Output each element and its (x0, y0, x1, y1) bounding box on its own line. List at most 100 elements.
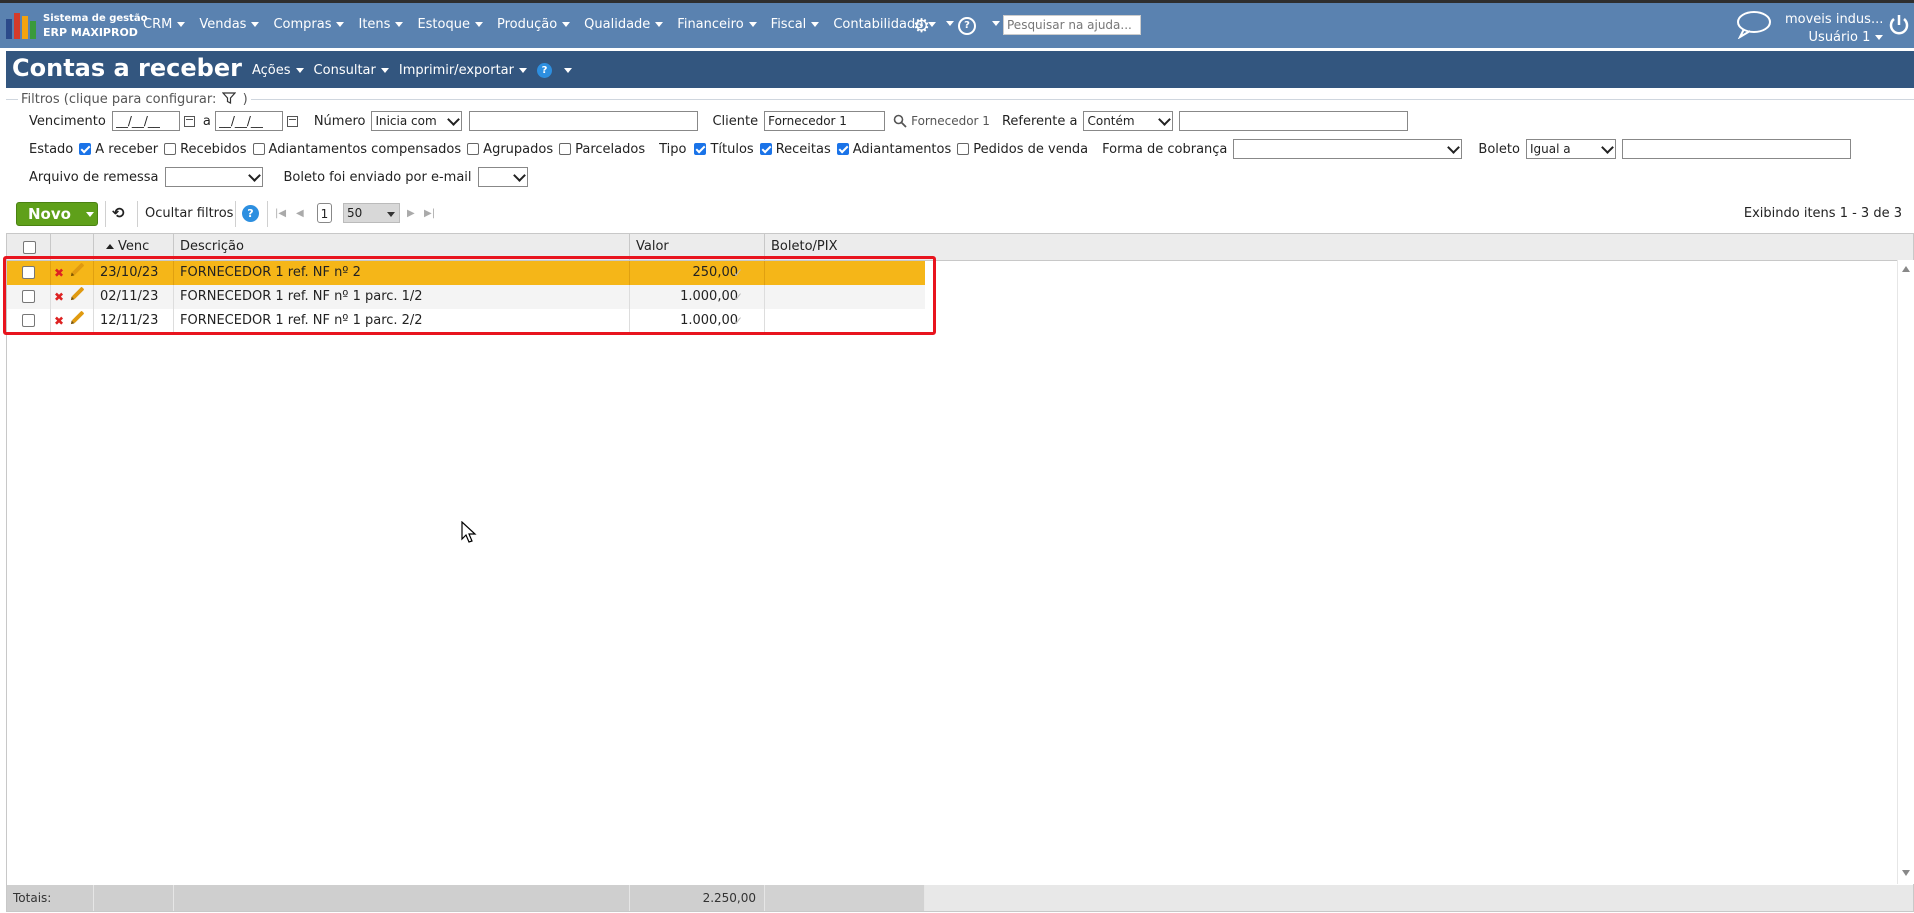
menu-item-label: Contabilidade (833, 17, 924, 32)
help-chevron-down-icon[interactable] (564, 68, 572, 73)
help-chevron-down-icon[interactable] (992, 21, 1000, 26)
referente-mode-value: Contém (1087, 114, 1135, 128)
checkbox[interactable] (164, 143, 177, 155)
next-page-icon[interactable]: ▶ (407, 208, 415, 219)
first-page-icon[interactable]: |◀ (275, 208, 286, 219)
referente-input[interactable] (1179, 111, 1409, 131)
chevron-down-icon (251, 22, 260, 27)
boleto-mode-select[interactable]: Igual a (1525, 139, 1616, 159)
tipo-option-pedidos-de-venda[interactable]: Pedidos de venda (957, 142, 1088, 157)
filter-icon[interactable] (222, 92, 237, 104)
checkbox-checked[interactable] (836, 143, 849, 155)
chevron-down-icon[interactable] (85, 211, 94, 217)
menu-item-crm[interactable]: CRM (143, 17, 186, 32)
erp-logo-icon[interactable] (6, 11, 38, 39)
boleto-email-select[interactable] (477, 167, 528, 187)
estado-option-adiantamentos-compensados[interactable]: Adiantamentos compensados (252, 142, 461, 157)
numero-input[interactable] (469, 111, 699, 131)
tipo-option-titulos[interactable]: Títulos (694, 141, 754, 157)
boleto-input[interactable] (1621, 139, 1851, 159)
toolbar-divider (267, 201, 268, 227)
option-label: A receber (95, 141, 159, 157)
logo-text[interactable]: Sistema de gestão ERP MAXIPROD (43, 12, 148, 40)
estado-option-agrupados[interactable]: Agrupados (467, 142, 553, 157)
last-page-icon[interactable]: ▶| (424, 208, 435, 219)
checkbox[interactable] (559, 143, 572, 155)
filter-row-1: Vencimento a Número Inicia com Cliente F… (29, 110, 1409, 132)
checkbox[interactable] (957, 143, 970, 155)
menu-item-label: Fiscal (770, 17, 807, 32)
consultar-menu[interactable]: Consultar (314, 63, 389, 78)
logo-line1: Sistema de gestão (43, 13, 148, 24)
filters-legend[interactable]: Filtros (clique para configurar: ) (18, 92, 251, 107)
checkbox-checked[interactable] (759, 143, 772, 155)
settings-chevron-down-icon[interactable] (946, 21, 954, 26)
gear-icon[interactable]: ⚙ (913, 15, 930, 37)
forma-cobranca-select[interactable] (1233, 139, 1463, 159)
consultar-label: Consultar (313, 63, 376, 78)
chevron-down-icon (395, 22, 404, 27)
option-label: Pedidos de venda (973, 141, 1089, 157)
account-user: Usuário 1 (1808, 30, 1871, 45)
menu-item-compras[interactable]: Compras (273, 17, 345, 32)
totals-remainder (925, 885, 1913, 911)
chevron-down-icon (387, 212, 395, 217)
menu-item-estoque[interactable]: Estoque (417, 17, 483, 32)
calendar-icon[interactable] (183, 115, 195, 127)
cliente-selected-link[interactable]: Fornecedor 1 (911, 114, 990, 128)
checkbox[interactable] (252, 143, 265, 155)
page-size-select[interactable]: 50 (343, 203, 400, 223)
question-icon[interactable]: ? (958, 17, 976, 35)
page-number-input[interactable]: 1 (317, 203, 332, 223)
toolbar-divider (137, 201, 138, 227)
account-menu[interactable]: moveis indus... Usuário 1 (1785, 11, 1884, 47)
chevron-down-icon (295, 68, 304, 73)
chevron-down-icon (447, 112, 461, 126)
help-search-input[interactable] (1003, 15, 1141, 35)
menu-item-financeiro[interactable]: Financeiro (677, 17, 757, 32)
vencimento-to-input[interactable] (214, 111, 283, 131)
menu-item-itens[interactable]: Itens (358, 17, 404, 32)
filters-legend-close: ) (242, 92, 248, 107)
menu-item-qualidade[interactable]: Qualidade (584, 17, 664, 32)
novo-button[interactable]: Novo (16, 202, 98, 226)
vencimento-from-input[interactable] (111, 111, 180, 131)
cliente-input[interactable] (764, 111, 886, 131)
refresh-icon[interactable]: ⟲ (112, 204, 125, 222)
calendar-icon[interactable] (286, 115, 298, 127)
estado-option-a-receber[interactable]: A receber (79, 142, 158, 157)
remessa-select[interactable] (164, 167, 263, 187)
help-icon[interactable]: ? (537, 63, 552, 78)
page-actions-menu: Ações Consultar Imprimir/exportar ? (252, 63, 572, 78)
tipo-option-receitas[interactable]: Receitas (759, 142, 831, 157)
select-all-checkbox[interactable] (23, 241, 36, 254)
tipo-option-adiantamentos[interactable]: Adiantamentos (836, 141, 952, 157)
referente-label: Referente a (1001, 113, 1078, 129)
option-label: Adiantamentos (852, 141, 952, 157)
scroll-down-icon[interactable] (1902, 870, 1910, 876)
checkbox-checked[interactable] (79, 143, 92, 155)
acoes-menu[interactable]: Ações (252, 63, 304, 78)
help-icon[interactable]: ? (242, 205, 259, 222)
ocultar-filtros-button[interactable]: Ocultar filtros (145, 206, 233, 221)
power-icon[interactable] (1888, 14, 1910, 36)
menu-item-fiscal[interactable]: Fiscal (771, 17, 820, 32)
menu-item-vendas[interactable]: Vendas (199, 17, 260, 32)
chat-bubble-icon[interactable] (1735, 10, 1771, 39)
referente-mode-select[interactable]: Contém (1083, 111, 1174, 131)
option-label: Títulos (710, 141, 754, 157)
numero-mode-select[interactable]: Inicia com (371, 111, 463, 131)
prev-page-icon[interactable]: ◀ (296, 208, 304, 219)
estado-option-parcelados[interactable]: Parcelados (559, 142, 645, 157)
vertical-scrollbar[interactable] (1897, 260, 1914, 884)
checkbox[interactable] (467, 143, 480, 155)
chevron-down-icon (748, 22, 757, 27)
scroll-up-icon[interactable] (1902, 266, 1910, 272)
imprimir-exportar-menu[interactable]: Imprimir/exportar (399, 63, 527, 78)
checkbox-checked[interactable] (694, 143, 707, 155)
menu-item-producao[interactable]: Produção (497, 17, 571, 32)
search-icon[interactable] (893, 114, 907, 128)
chevron-down-icon (655, 22, 664, 27)
column-label: Descrição (180, 239, 244, 254)
estado-option-recebidos[interactable]: Recebidos (164, 142, 247, 157)
